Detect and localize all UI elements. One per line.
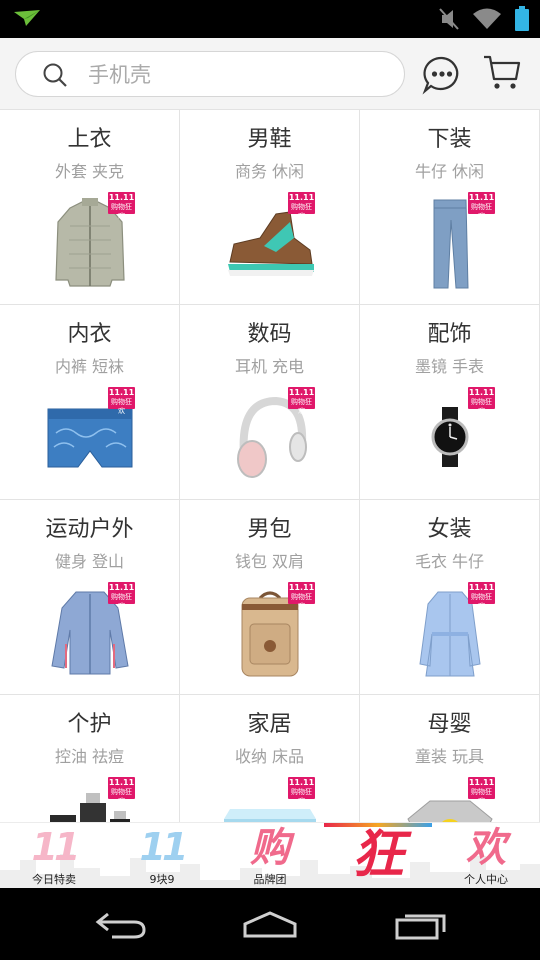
tab-today-deals[interactable]: 11 今日特卖 xyxy=(0,823,108,888)
category-accessories[interactable]: 配饰 墨镜 手表 11.11 购物狂欢 xyxy=(360,305,540,500)
category-title: 男鞋 xyxy=(247,127,292,152)
category-subtitle: 外套 夹克 xyxy=(54,162,125,181)
mute-icon xyxy=(438,7,460,35)
promo-badge: 11.11 购物狂欢 xyxy=(468,777,495,805)
category-tops[interactable]: 上衣 外套 夹克 11.11 购物狂欢 xyxy=(0,110,180,305)
category-title: 男包 xyxy=(247,517,292,542)
category-personal-care[interactable]: 个护 控油 祛痘 11.11 购物狂欢 xyxy=(0,695,180,822)
shopping-cart-icon xyxy=(484,55,521,89)
app-notification-icon xyxy=(14,10,40,30)
recent-apps-icon[interactable] xyxy=(394,910,450,944)
category-men-shoes[interactable]: 男鞋 商务 休闲 11.11 购物狂欢 xyxy=(180,110,360,305)
category-subtitle: 耳机 充电 xyxy=(234,357,305,376)
tab-label: 品牌团 xyxy=(253,873,287,886)
category-bottoms[interactable]: 下装 牛仔 休闲 11.11 购物狂欢 xyxy=(360,110,540,305)
promo-badge: 11.11 购物狂欢 xyxy=(468,582,495,610)
promo-badge: 11.11 购物狂欢 xyxy=(468,387,495,415)
chat-bubble-icon xyxy=(422,56,459,95)
tab-label: 9块9 xyxy=(149,873,175,886)
category-subtitle: 收纳 床品 xyxy=(234,747,305,766)
tab-center-promo[interactable]: 狂 xyxy=(324,823,432,888)
bottom-tab-bar: 11 今日特卖 11 9块9 购 品牌团 狂 欢 个人中心 xyxy=(0,822,540,888)
tab-kuang-logo: 狂 xyxy=(351,825,404,885)
status-bar xyxy=(0,0,540,38)
promo-badge: 11.11 购物狂欢 xyxy=(468,192,495,220)
promo-badge: 11.11 购物狂欢 xyxy=(288,777,315,805)
category-underwear[interactable]: 内衣 内裤 短袜 11.11 购物狂欢 xyxy=(0,305,180,500)
tab-profile[interactable]: 欢 个人中心 xyxy=(432,823,540,888)
category-title: 数码 xyxy=(247,322,292,347)
top-header: 手机壳 xyxy=(0,38,540,110)
category-subtitle: 钱包 双肩 xyxy=(234,552,305,571)
tab-huan-logo: 欢 xyxy=(466,825,506,871)
tab-9-9[interactable]: 11 9块9 xyxy=(108,823,216,888)
category-subtitle: 控油 祛痘 xyxy=(54,747,125,766)
category-grid: 上衣 外套 夹克 11.11 购物狂欢 男鞋 商务 休闲 11.11 购物狂欢 下装… xyxy=(0,110,540,822)
category-men-bags[interactable]: 男包 钱包 双肩 11.11 购物狂欢 xyxy=(180,500,360,695)
category-subtitle: 内裤 短袜 xyxy=(54,357,125,376)
category-subtitle: 毛衣 牛仔 xyxy=(414,552,485,571)
category-title: 上衣 xyxy=(67,127,112,152)
promo-badge: 11.11 购物狂欢 xyxy=(108,777,135,805)
system-navigation-bar xyxy=(0,888,540,960)
battery-icon xyxy=(514,6,530,36)
category-subtitle: 牛仔 休闲 xyxy=(414,162,485,181)
category-title: 女装 xyxy=(427,517,472,542)
search-bar[interactable]: 手机壳 xyxy=(15,51,405,97)
wifi-icon xyxy=(472,7,502,35)
category-title: 母婴 xyxy=(427,712,472,737)
tab-brand-group[interactable]: 购 品牌团 xyxy=(216,823,324,888)
promo-badge: 11.11 购物狂欢 xyxy=(288,387,315,415)
promo-badge: 11.11 购物狂欢 xyxy=(288,192,315,220)
category-title: 家居 xyxy=(247,712,292,737)
category-womens-wear[interactable]: 女装 毛衣 牛仔 11.11 购物狂欢 xyxy=(360,500,540,695)
promo-badge: 11.11 购物狂欢 xyxy=(108,387,135,415)
tab-label: 个人中心 xyxy=(464,873,508,886)
cart-button[interactable] xyxy=(482,52,522,92)
tab-label: 今日特卖 xyxy=(32,873,76,886)
home-icon[interactable] xyxy=(242,910,298,944)
category-home[interactable]: 家居 收纳 床品 11.11 购物狂欢 xyxy=(180,695,360,822)
tab-11-logo: 11 xyxy=(139,825,189,869)
category-digital[interactable]: 数码 耳机 充电 11.11 购物狂欢 xyxy=(180,305,360,500)
category-subtitle: 墨镜 手表 xyxy=(414,357,485,376)
promo-badge: 11.11 购物狂欢 xyxy=(288,582,315,610)
category-subtitle: 健身 登山 xyxy=(54,552,125,571)
category-sports-outdoor[interactable]: 运动户外 健身 登山 11.11 购物狂欢 xyxy=(0,500,180,695)
category-subtitle: 童装 玩具 xyxy=(414,747,485,766)
category-title: 内衣 xyxy=(67,322,112,347)
promo-badge: 11.11 购物狂欢 xyxy=(108,192,135,220)
search-placeholder: 手机壳 xyxy=(88,63,151,87)
tab-11-logo: 11 xyxy=(31,825,81,869)
category-subtitle: 商务 休闲 xyxy=(234,162,305,181)
message-button[interactable] xyxy=(422,55,462,95)
tab-gou-logo: 购 xyxy=(250,825,290,871)
category-mother-baby[interactable]: 母婴 童装 玩具 11.11 购物狂欢 xyxy=(360,695,540,822)
category-title: 运动户外 xyxy=(45,517,134,542)
promo-badge: 11.11 购物狂欢 xyxy=(108,582,135,610)
category-title: 下装 xyxy=(427,127,472,152)
back-icon[interactable] xyxy=(94,910,148,944)
search-icon xyxy=(42,62,68,92)
category-title: 个护 xyxy=(67,712,112,737)
category-title: 配饰 xyxy=(427,322,472,347)
